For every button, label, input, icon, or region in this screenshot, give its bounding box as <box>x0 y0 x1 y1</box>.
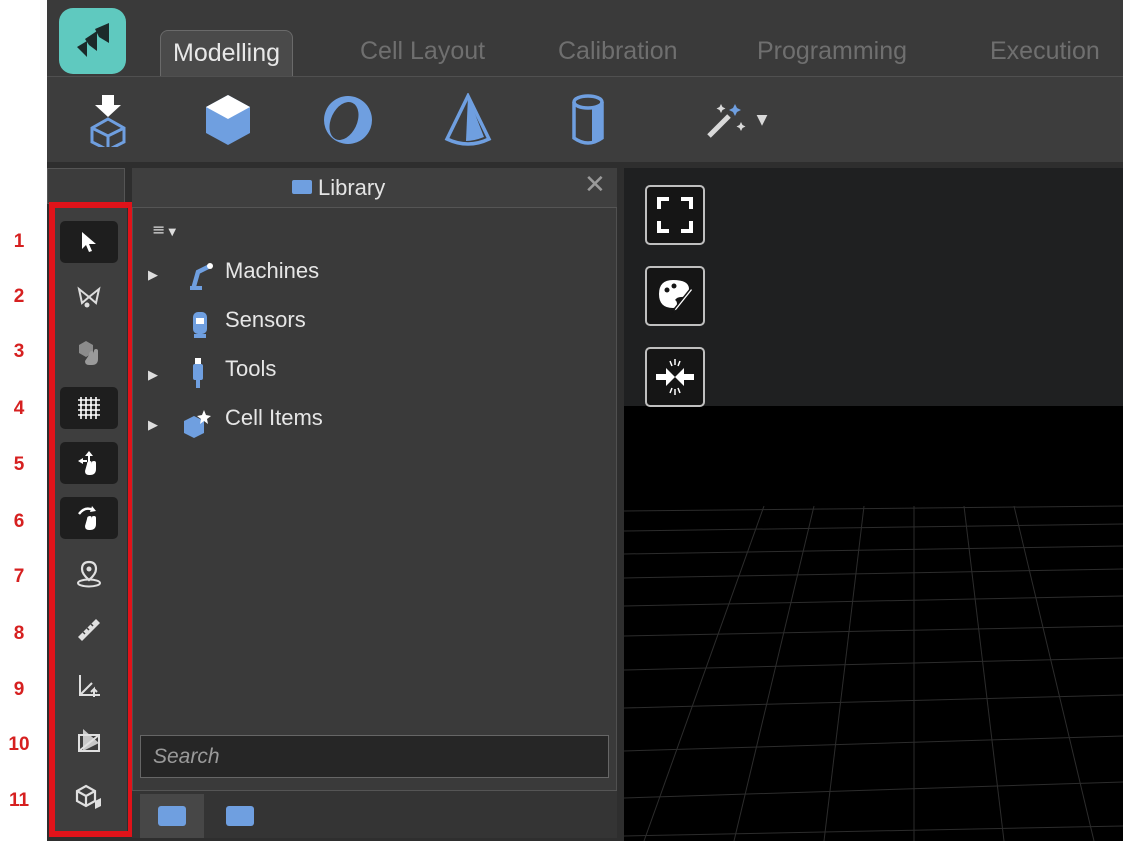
robot-arm-icon <box>184 260 214 296</box>
magic-wand-dropdown[interactable]: ▼ <box>690 88 780 152</box>
expand-cell-items-icon[interactable]: ▶ <box>148 418 158 433</box>
box-button[interactable] <box>198 88 258 152</box>
library-search <box>140 735 609 778</box>
annotation-6: 6 <box>13 511 25 532</box>
annotation-1: 1 <box>13 231 25 252</box>
logo-mark-icon <box>76 23 109 57</box>
import-icon <box>90 95 126 147</box>
cone-button[interactable] <box>438 88 498 152</box>
cylinder-icon <box>572 94 604 145</box>
library-title: Library <box>318 175 386 200</box>
annotation-3: 3 <box>13 341 25 362</box>
app-logo[interactable] <box>59 8 126 74</box>
tab-programming[interactable]: Programming <box>757 26 907 76</box>
tree-item-machines[interactable]: Machines <box>225 258 319 284</box>
tree-item-tools[interactable]: Tools <box>225 356 276 382</box>
folder-open-icon <box>158 806 186 826</box>
import-button[interactable] <box>78 88 138 152</box>
fit-view-button[interactable] <box>645 347 705 407</box>
folder-icon <box>226 806 254 826</box>
appearance-button[interactable] <box>645 266 705 326</box>
palette-icon <box>659 280 695 314</box>
chevron-down-icon: ▼ <box>756 112 768 128</box>
annotation-2: 2 <box>13 286 25 307</box>
annotation-7: 7 <box>13 566 25 587</box>
expand-tools-icon[interactable]: ▶ <box>148 368 158 383</box>
expand-machines-icon[interactable]: ▶ <box>148 268 158 283</box>
annotation-8: 8 <box>13 623 25 644</box>
sensor-icon <box>190 308 210 344</box>
collapse-arrows-icon <box>656 359 694 395</box>
sphere-icon <box>324 96 372 144</box>
search-input[interactable] <box>141 736 608 777</box>
folder-icon <box>292 180 312 194</box>
sidebar-highlight-box <box>49 202 134 837</box>
sidebar-header <box>47 168 125 204</box>
annotation-9: 9 <box>13 679 25 700</box>
tab-modelling[interactable]: Modelling <box>160 30 294 77</box>
annotation-10: 10 <box>8 734 30 755</box>
cell-items-icon <box>182 404 218 442</box>
cylinder-button[interactable] <box>558 88 618 152</box>
box-icon <box>206 95 250 145</box>
sphere-button[interactable] <box>318 88 378 152</box>
fullscreen-icon <box>657 197 693 233</box>
tool-icon <box>190 356 206 394</box>
close-icon[interactable]: ✕ <box>584 170 606 200</box>
tree-item-sensors[interactable]: Sensors <box>225 307 306 333</box>
tab-calibration[interactable]: Calibration <box>558 26 678 76</box>
cone-icon <box>444 93 492 146</box>
fullscreen-button[interactable] <box>645 185 705 245</box>
floor-grid <box>624 505 1123 841</box>
annotation-4: 4 <box>13 398 25 419</box>
library-tab-2[interactable] <box>208 794 272 838</box>
magic-wand-icon <box>706 104 746 138</box>
tab-execution[interactable]: Execution <box>990 26 1100 76</box>
library-bottom-tabs <box>132 790 617 838</box>
library-tab-1[interactable] <box>140 794 204 838</box>
list-icon: ≡ <box>152 220 166 239</box>
annotation-11: 11 <box>8 790 30 811</box>
tree-item-cell-items[interactable]: Cell Items <box>225 405 323 431</box>
list-view-menu[interactable]: ≡ ▼ <box>152 220 176 239</box>
chevron-down-icon: ▼ <box>168 227 177 238</box>
tab-cell-layout[interactable]: Cell Layout <box>360 26 485 76</box>
annotation-5: 5 <box>13 454 25 475</box>
